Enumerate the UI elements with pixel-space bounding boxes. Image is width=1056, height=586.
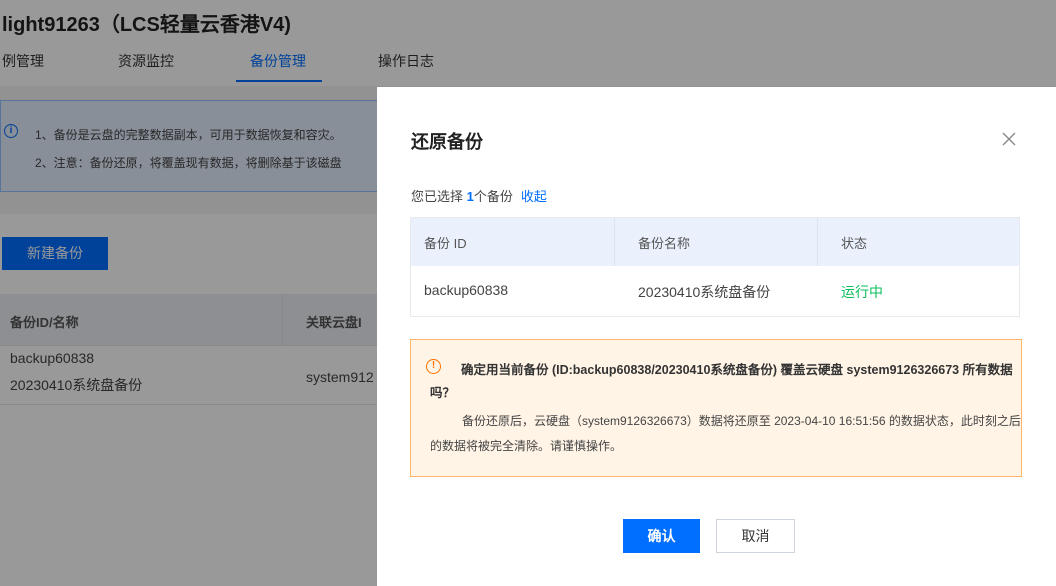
restore-backup-dialog: 还原备份 您已选择 1个备份 收起 备份 ID 备份名称 状态 backup608… — [377, 87, 1056, 586]
column-divider — [614, 218, 615, 266]
selected-summary: 您已选择 1个备份 收起 — [411, 186, 547, 205]
dialog-title: 还原备份 — [411, 132, 483, 152]
selected-suffix: 个备份 — [473, 189, 513, 204]
selected-row-id: backup60838 — [424, 282, 509, 298]
selected-table-header: 备份 ID 备份名称 状态 — [411, 218, 1019, 266]
confirm-button[interactable]: 确认 — [623, 519, 700, 553]
warning-title: 确定用当前备份 (ID:backup60838/20230410系统盘备份) 覆… — [430, 363, 1013, 400]
restore-warning: ! 确定用当前备份 (ID:backup60838/20230410系统盘备份)… — [410, 339, 1022, 477]
column-divider — [817, 218, 818, 266]
status-badge: 运行中 — [841, 284, 883, 300]
selected-row-name: 20230410系统盘备份 — [638, 284, 771, 300]
selected-backup-table: 备份 ID 备份名称 状态 backup60838 20230410系统盘备份 … — [410, 217, 1020, 317]
column-header-backup-name: 备份名称 — [638, 236, 691, 251]
cancel-button[interactable]: 取消 — [716, 519, 795, 553]
column-header-status: 状态 — [841, 236, 868, 251]
collapse-link[interactable]: 收起 — [521, 189, 547, 204]
close-icon[interactable] — [999, 129, 1019, 149]
selected-prefix: 您已选择 — [411, 189, 467, 204]
column-header-backup-id: 备份 ID — [424, 236, 467, 251]
selected-count: 1 — [466, 189, 474, 204]
warning-body: 备份还原后，云硬盘（system9126326673）数据将还原至 2023-0… — [430, 414, 1021, 453]
